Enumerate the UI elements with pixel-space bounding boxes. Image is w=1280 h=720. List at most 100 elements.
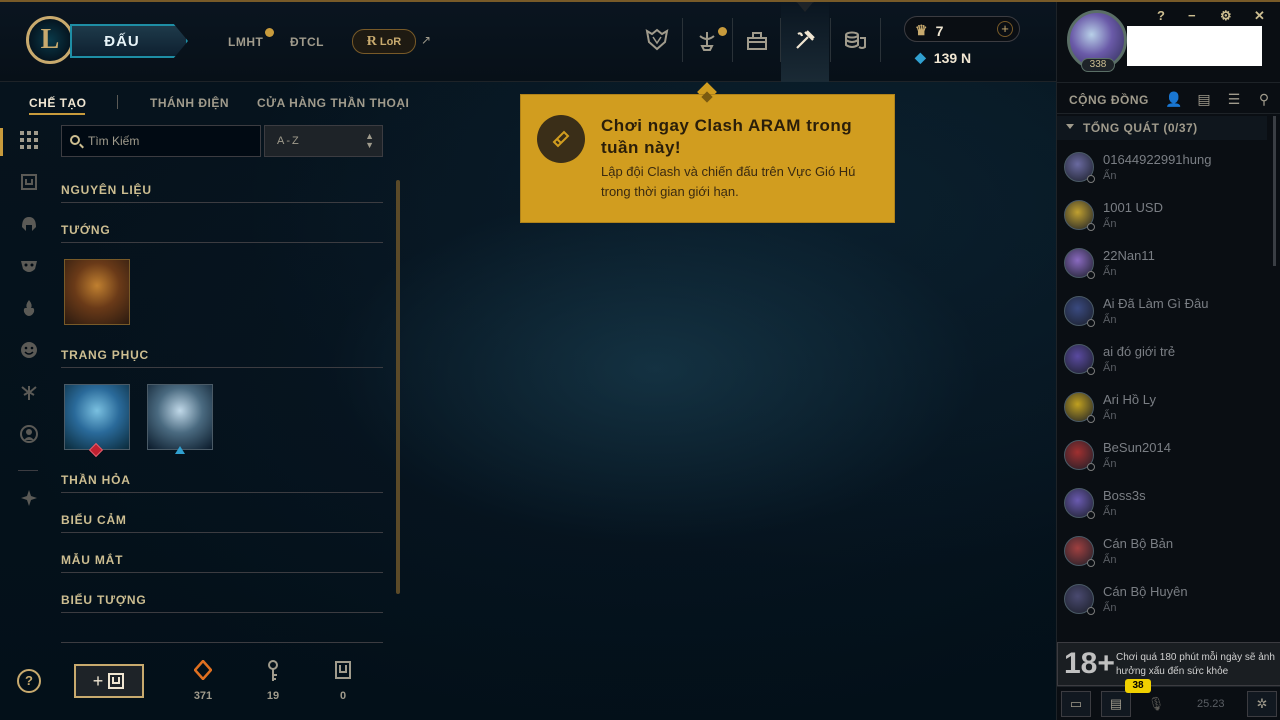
tft-icon[interactable] bbox=[18, 489, 40, 511]
nav-link-dtcl[interactable]: ĐTCL bbox=[290, 35, 324, 49]
tab-sanctum[interactable]: THÁNH ĐIỆN bbox=[150, 96, 229, 110]
category-skins[interactable]: TRANG PHỤC bbox=[61, 348, 149, 362]
champion-shard-card[interactable] bbox=[64, 259, 130, 325]
rp-display: ♛ 7 bbox=[915, 22, 943, 39]
skin-shard-card[interactable] bbox=[147, 384, 213, 450]
chat-icon[interactable]: ▭ bbox=[1061, 691, 1091, 717]
friend-list-item[interactable]: Ai Đã Làm Gì Đâu Ẩn bbox=[1057, 286, 1267, 334]
friend-name: Boss3s bbox=[1103, 488, 1146, 503]
lor-label: LoR bbox=[379, 35, 402, 48]
friend-list-item[interactable]: Cán Bộ Huyên Ẩn bbox=[1057, 574, 1267, 622]
rp-icon: ♛ bbox=[915, 22, 928, 38]
notifications-icon[interactable]: ▤ bbox=[1101, 691, 1131, 717]
status-indicator bbox=[1087, 271, 1095, 279]
helmet-icon[interactable] bbox=[18, 215, 40, 237]
friend-status-text: Ẩn bbox=[1103, 170, 1117, 182]
version-label: 25.23 bbox=[1197, 698, 1225, 710]
category-divider bbox=[61, 642, 383, 643]
add-chest-button[interactable]: + bbox=[74, 664, 144, 698]
minimize-icon[interactable]: − bbox=[1188, 8, 1196, 23]
close-icon[interactable]: ✕ bbox=[1254, 8, 1265, 24]
search-icon[interactable]: ⚲ bbox=[1255, 91, 1273, 107]
age-warning-text: Chơi quá 180 phút mỗi ngày sẽ ảnh hưởng … bbox=[1116, 652, 1275, 677]
category-emotes[interactable]: BIỂU CẢM bbox=[61, 513, 127, 527]
chest-icon[interactable] bbox=[18, 173, 40, 195]
store-coins-icon[interactable] bbox=[837, 22, 873, 58]
friend-list-item[interactable]: 1001 USD Ẩn bbox=[1057, 190, 1267, 238]
microphone-icon[interactable]: 🎙 bbox=[1141, 691, 1171, 717]
friends-scrollbar[interactable] bbox=[1273, 116, 1276, 266]
play-button[interactable]: ĐẤU bbox=[70, 24, 188, 58]
rarity-gem-icon bbox=[175, 446, 185, 454]
friend-list-item[interactable]: ai đó giới trẻ Ẩn bbox=[1057, 334, 1267, 382]
friends-list: 01644922991hung Ẩn 1001 USD Ẩn 22Nan11 Ẩn Ai Đ… bbox=[1057, 142, 1267, 642]
tab-crafting[interactable]: CHẾ TẠO bbox=[29, 96, 87, 110]
status-indicator bbox=[1087, 367, 1095, 375]
skin-shard-card[interactable] bbox=[64, 384, 130, 450]
friend-list-item[interactable]: BeSun2014 Ẩn bbox=[1057, 430, 1267, 478]
friend-status-text: Ẩn bbox=[1103, 266, 1117, 278]
friend-list-item[interactable]: Ari Hồ Ly Ẩn bbox=[1057, 382, 1267, 430]
orange-essence-icon bbox=[183, 659, 223, 684]
top-separator bbox=[830, 18, 831, 62]
lor-button[interactable]: Ɍ LoR bbox=[352, 29, 416, 54]
emote-face-icon[interactable] bbox=[18, 341, 40, 363]
top-separator bbox=[732, 18, 733, 62]
friend-list-item[interactable]: Cán Bộ Bản Ẩn bbox=[1057, 526, 1267, 574]
eye-wings-icon[interactable] bbox=[18, 383, 40, 405]
category-icons[interactable]: BIỂU TƯỢNG bbox=[61, 593, 147, 607]
community-bar: CỘNG ĐỒNG 👤 ▤ ☰ ⚲ bbox=[1057, 82, 1280, 114]
friend-name: Cán Bộ Bản bbox=[1103, 536, 1174, 551]
clash-ticket-icon bbox=[537, 115, 585, 163]
friend-name: 22Nan11 bbox=[1103, 248, 1155, 263]
friend-status-text: Ẩn bbox=[1103, 314, 1117, 326]
grid-icon[interactable] bbox=[18, 131, 40, 153]
bug-report-icon[interactable]: ✲ bbox=[1247, 691, 1277, 717]
keys-value: 19 bbox=[266, 690, 280, 702]
top-separator bbox=[682, 18, 683, 62]
friend-name: ai đó giới trẻ bbox=[1103, 344, 1176, 359]
summoner-name-box bbox=[1127, 26, 1262, 66]
profile-icon[interactable] bbox=[18, 425, 40, 447]
category-champions[interactable]: TƯỚNG bbox=[61, 223, 111, 237]
gear-icon[interactable]: ⚙ bbox=[1220, 8, 1232, 24]
clash-popup[interactable]: Chơi ngay Clash ARAM trong tuần này! Lập… bbox=[520, 94, 895, 223]
help-icon[interactable]: ? bbox=[1157, 8, 1165, 23]
friends-group-header[interactable]: TỔNG QUÁT (0/37) bbox=[1057, 116, 1267, 140]
league-logo-icon[interactable]: L bbox=[26, 16, 74, 64]
category-divider bbox=[61, 572, 383, 573]
nav-link-lmht[interactable]: LMHT bbox=[228, 35, 263, 49]
category-materials[interactable]: NGUYÊN LIỆU bbox=[61, 183, 152, 197]
chests-stat: 0 bbox=[323, 660, 363, 702]
friend-name: Ari Hồ Ly bbox=[1103, 392, 1156, 407]
scrollbar[interactable] bbox=[396, 180, 400, 594]
sort-dropdown[interactable]: A-Z ▲ ▼ bbox=[264, 125, 383, 157]
collection-bag-icon[interactable] bbox=[739, 22, 775, 58]
search-input[interactable]: Tìm Kiếm bbox=[61, 125, 261, 157]
tab-mythic-shop[interactable]: CỬA HÀNG THẦN THOẠI bbox=[257, 96, 409, 110]
help-button[interactable]: ? bbox=[17, 669, 41, 693]
loot-hammer-icon[interactable] bbox=[787, 22, 823, 58]
category-divider bbox=[61, 202, 383, 203]
category-wards[interactable]: THẦN HỎA bbox=[61, 473, 131, 487]
friend-list-item[interactable]: 22Nan11 Ẩn bbox=[1057, 238, 1267, 286]
add-friend-icon[interactable]: 👤 bbox=[1165, 91, 1183, 107]
ward-flame-icon[interactable] bbox=[18, 299, 40, 321]
status-indicator bbox=[1087, 319, 1095, 327]
list-icon[interactable]: ☰ bbox=[1225, 91, 1243, 107]
chest-icon bbox=[323, 660, 363, 684]
keys-stat: 19 bbox=[253, 660, 293, 702]
category-eyes[interactable]: MẪU MẮT bbox=[61, 553, 123, 567]
age-warning: 18+ Chơi quá 180 phút mỗi ngày sẽ ảnh hư… bbox=[1057, 642, 1280, 686]
buy-rp-button[interactable]: + bbox=[997, 21, 1013, 37]
tab-underline bbox=[29, 113, 85, 115]
esports-trophy-icon[interactable] bbox=[639, 22, 675, 58]
mask-icon[interactable] bbox=[18, 257, 40, 279]
friend-name: Cán Bộ Huyên bbox=[1103, 584, 1188, 599]
add-folder-icon[interactable]: ▤ bbox=[1195, 91, 1213, 107]
friend-list-item[interactable]: 01644922991hung Ẩn bbox=[1057, 142, 1267, 190]
friend-list-item[interactable]: Boss3s Ẩn bbox=[1057, 478, 1267, 526]
sort-value: A-Z bbox=[277, 135, 301, 147]
notification-dot bbox=[718, 27, 727, 36]
essence-value: 371 bbox=[193, 690, 213, 702]
